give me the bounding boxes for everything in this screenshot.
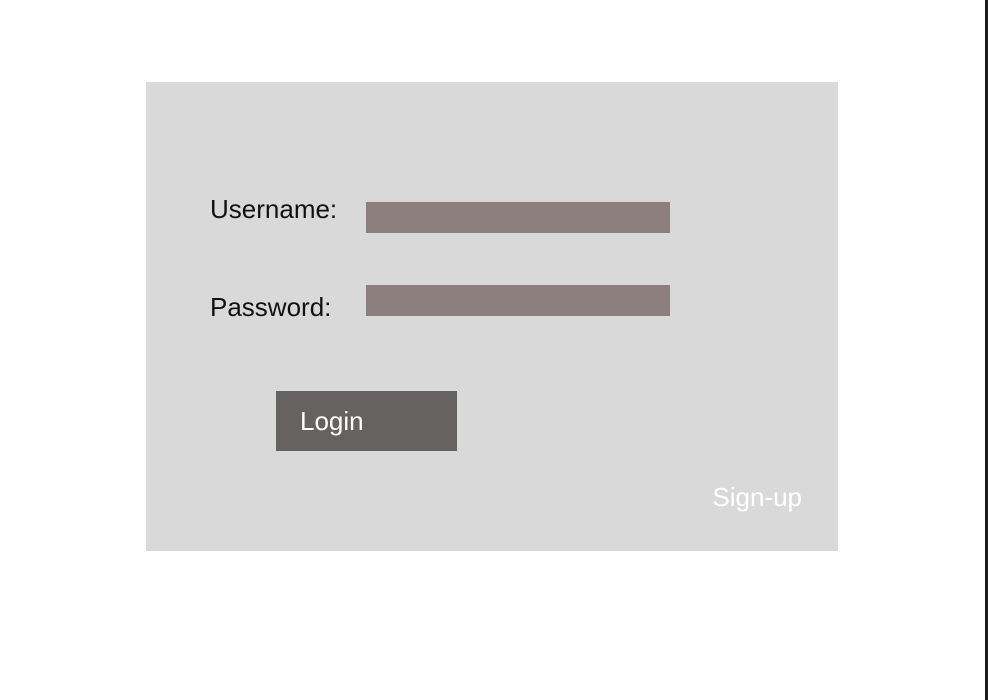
password-input[interactable] bbox=[366, 285, 670, 316]
login-button[interactable]: Login bbox=[276, 391, 457, 451]
signup-link[interactable]: Sign-up bbox=[712, 482, 802, 512]
login-panel: Username: Password: Login Sign-up bbox=[146, 82, 838, 551]
password-label: Password: bbox=[210, 292, 332, 322]
username-input[interactable] bbox=[366, 202, 670, 233]
page-frame: Username: Password: Login Sign-up bbox=[0, 0, 988, 700]
username-label: Username: bbox=[210, 194, 338, 224]
